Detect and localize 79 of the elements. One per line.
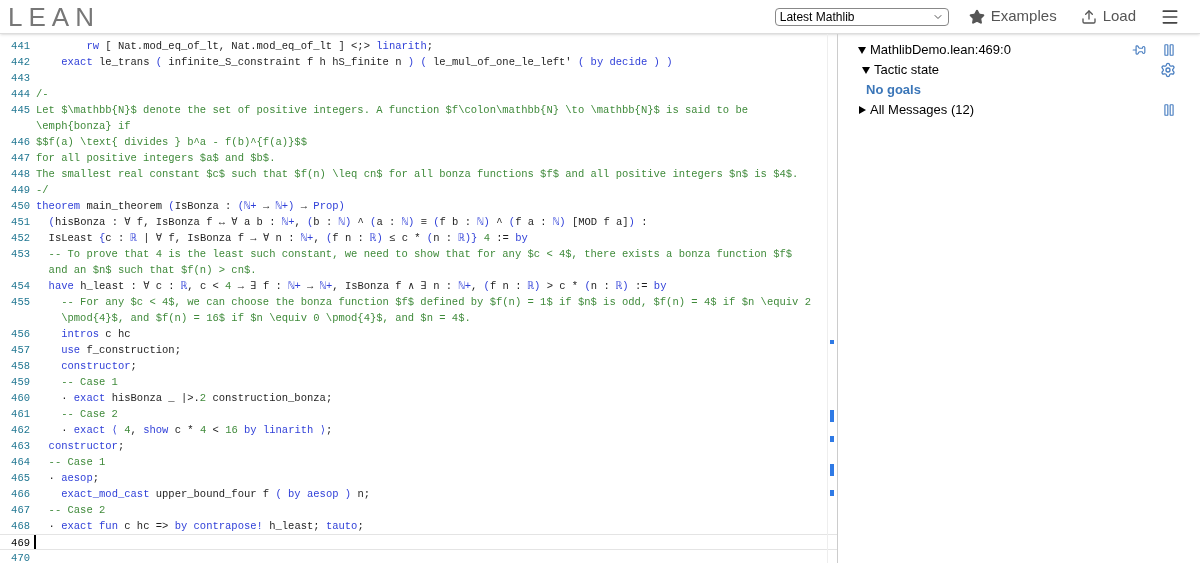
code-line: -- To prove that 4 is the least such constant, we need to show that for any $c < 4$, there exists a bonza function $f$ [47, 247, 793, 262]
code-line: intros c hc [60, 327, 131, 342]
project-select[interactable]: Latest Mathlib [774, 7, 949, 26]
line-number: 470 [10, 551, 31, 563]
line-number: 456 [10, 327, 31, 342]
code-line: $$f(a) \text{ divides } b^a - f(b)^{f(a)}$$ [35, 135, 307, 150]
code-line: · exact ⟨ 4, show c * 4 < 16 by linarith ⟩; [60, 423, 333, 438]
line-number: 455 [10, 295, 31, 310]
code-line: -- Case 2 [47, 503, 106, 518]
line-number: 445 [10, 103, 31, 118]
line-number: 468 [10, 519, 31, 534]
line-number: 469 [10, 536, 31, 549]
code-line: /- [35, 87, 49, 102]
line-number: 460 [10, 391, 31, 406]
code-line: exact_mod_cast upper_bound_four f ( by aesop ) n; [60, 487, 370, 502]
line-number: 441 [10, 39, 31, 54]
goals-message: No goals [865, 81, 921, 99]
infoview-location: MathlibDemo.lean:469:0 [870, 41, 1011, 60]
code-line: -- Case 1 [60, 375, 118, 390]
code-line: \emph{bonza} if [35, 119, 131, 134]
line-number: 461 [10, 407, 31, 422]
line-number: 466 [10, 487, 31, 502]
star-icon [968, 8, 985, 25]
pin-icon[interactable] [1132, 43, 1146, 57]
line-number: 449 [10, 183, 31, 198]
code-line: rw [ Nat.mod_eq_of_lt, Nat.mod_eq_of_lt ] <;> linarith; [85, 39, 433, 54]
code-line: · exact hisBonza _ |>.2 construction_bonza; [60, 391, 333, 406]
line-number: 465 [10, 471, 31, 486]
pause-icon[interactable] [1162, 103, 1176, 117]
line-number: 459 [10, 375, 31, 390]
line-number: 458 [10, 359, 31, 374]
code-line: IsLeast {c : ℝ | ∀ f, IsBonza f → ∀ n : ℕ+, (f n : ℝ) ≤ c * (n : ℝ)} 4 := by [47, 231, 528, 246]
line-number: 457 [10, 343, 31, 358]
text-cursor [34, 535, 36, 549]
messages-heading: All Messages (12) [870, 101, 975, 120]
line-number: 447 [10, 151, 31, 166]
line-number: 448 [10, 167, 31, 182]
line-number: 452 [10, 231, 31, 246]
line-number: 443 [10, 71, 31, 86]
code-line: constructor; [60, 359, 137, 374]
triangle-down-icon[interactable] [858, 46, 866, 54]
triangle-right-icon[interactable] [858, 106, 866, 114]
line-number: 463 [10, 439, 31, 454]
line-number: 450 [10, 199, 31, 214]
line-number: 446 [10, 135, 31, 150]
code-line: use f_construction; [60, 343, 181, 358]
line-number: 442 [10, 55, 31, 70]
line-number: 467 [10, 503, 31, 518]
tactic-state-heading: Tactic state [874, 61, 940, 80]
settings-icon[interactable] [1160, 62, 1176, 78]
code-line: exact le_trans ( infinite_S_constraint f h hS_finite n ) ( le_mul_of_one_le_left' ( by decide ) ) [60, 55, 673, 70]
code-editor[interactable] [0, 34, 838, 563]
logo: LEAN [8, 3, 100, 30]
code-line: for all positive integers $a$ and $b$. [35, 151, 276, 166]
code-line: -- Case 1 [47, 455, 106, 470]
line-number: 462 [10, 423, 31, 438]
code-line: constructor; [47, 439, 125, 454]
nav-link[interactable]: Examples [968, 5, 1057, 28]
code-line: \pmod{4}$, and $f(n) = 16$ if $n \equiv 0 \pmod{4}$, and $n = 4$. [60, 311, 471, 326]
code-line: -/ [35, 183, 49, 198]
code-line: · exact fun c hc => by contrapose! h_least; tauto; [47, 519, 364, 534]
code-line: theorem main_theorem (IsBonza : (ℕ+ → ℕ+) → Prop) [35, 199, 345, 214]
line-number: 444 [10, 87, 31, 102]
code-line: and an $n$ such that $f(n) > cn$. [47, 263, 257, 278]
line-number: 454 [10, 279, 31, 294]
code-line: have h_least : ∀ c : ℝ, c < 4 → ∃ f : ℕ+ → ℕ+, IsBonza f ∧ ∃ n : ℕ+, (f n : ℝ) > c * (n : ℝ) := by [47, 279, 667, 294]
code-line: (hisBonza : ∀ f, IsBonza f ↔ ∀ a b : ℕ+, (b : ℕ) ^ (a : ℕ) ≡ (f b : ℕ) ^ (f a : ℕ) [MOD f a]) : [47, 215, 648, 230]
nav-link[interactable]: Load [1080, 5, 1136, 28]
code-line: The smallest real constant $c$ such that $f(n) \leq cn$ for all bonza functions $f$ and all positive integers $n$ is $4$. [35, 167, 799, 182]
code-line: · aesop; [47, 471, 100, 486]
line-number: 451 [10, 215, 31, 230]
line-number: 464 [10, 455, 31, 470]
code-line: -- Case 2 [60, 407, 118, 422]
code-line: -- For any $c < 4$, we can choose the bonza function $f$ defined by $f(n) = 1$ if $n$ is odd, $f(n) = 4$ if $n \equiv 2 [60, 295, 812, 310]
code-line: Let $\mathbb{N}$ denote the set of positive integers. A function $f\colon\mathbb{N} \to \mathbb{N}$ is said to be [35, 103, 749, 118]
line-number: 453 [10, 247, 31, 262]
upload-icon [1080, 8, 1097, 25]
triangle-down-icon[interactable] [862, 66, 870, 74]
pause-icon[interactable] [1162, 43, 1176, 57]
